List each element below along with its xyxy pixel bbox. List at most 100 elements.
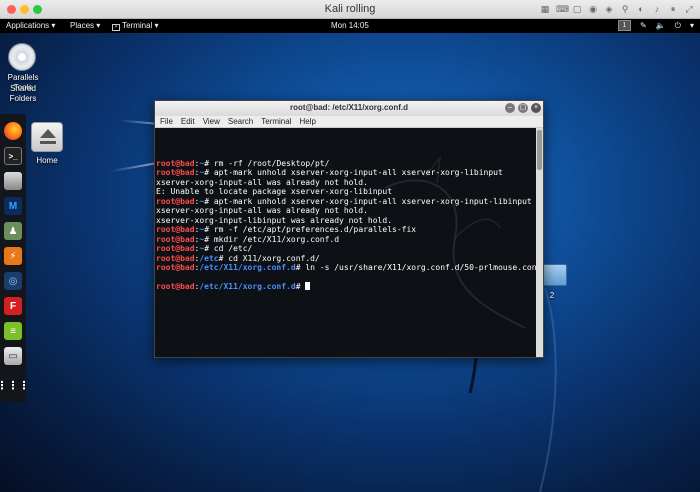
terminal-line: xserver-xorg-input-all was already not h… bbox=[156, 178, 536, 188]
leafpad-icon[interactable]: ≡ bbox=[4, 322, 22, 340]
terminal-titlebar[interactable]: root@bad: /etc/X11/xorg.conf.d – ▢ × bbox=[155, 101, 543, 116]
prompt-symbol: # bbox=[295, 282, 306, 291]
prompt-symbol: # bbox=[218, 253, 229, 263]
prompt-symbol: # bbox=[204, 168, 214, 177]
terminal-small-icon: > bbox=[112, 24, 120, 31]
devices-icon[interactable]: ▦ bbox=[540, 4, 550, 15]
terminal-app-menu[interactable]: > Terminal ▾ bbox=[112, 21, 159, 31]
terminal-window[interactable]: root@bad: /etc/X11/xorg.conf.d – ▢ × Fil… bbox=[154, 100, 544, 358]
prompt-user: root@bad bbox=[156, 168, 195, 177]
command-text: ln -s /usr/share/X11/xorg.conf.d/50-prlm… bbox=[305, 263, 537, 272]
command-text: apt-mark unhold xserver-xorg-input-all x… bbox=[213, 168, 503, 177]
shared-folders-label: Shared Folders bbox=[9, 84, 37, 103]
terminal-title: root@bad: /etc/X11/xorg.conf.d bbox=[289, 103, 409, 112]
terminal-menubar: File Edit View Search Terminal Help bbox=[155, 116, 543, 128]
text-cursor bbox=[305, 282, 311, 290]
prompt-path: /etc bbox=[199, 253, 219, 263]
home-folder-icon[interactable] bbox=[31, 122, 63, 152]
prompt-path: /etc/X11/xorg.conf.d bbox=[199, 282, 296, 291]
output-text: xserver-xorg-input-libinput was already … bbox=[156, 215, 393, 225]
scrollbar-thumb[interactable] bbox=[537, 130, 542, 170]
menu-file[interactable]: File bbox=[160, 117, 173, 126]
terminal-icon[interactable]: >_ bbox=[4, 147, 22, 165]
maximize-button[interactable]: ▢ bbox=[518, 103, 528, 113]
terminal-line: xserver-xorg-input-all was already not h… bbox=[156, 206, 536, 216]
terminal-line: root@bad:~# rm -rf /root/Desktop/pt/ bbox=[156, 159, 536, 169]
sound-icon[interactable]: ♪ bbox=[652, 4, 662, 15]
resize-icon[interactable]: ⤢ bbox=[684, 4, 694, 15]
usb-icon[interactable]: ⚲ bbox=[620, 4, 630, 15]
prompt-user: root@bad bbox=[156, 282, 195, 291]
top-panel: Applications ▾ Places ▾ > Terminal ▾ Mon… bbox=[0, 19, 700, 33]
terminal-line: root@bad:/etc# cd X11/xorg.conf.d/ bbox=[156, 254, 536, 264]
terminal-line: root@bad:~# cd /etc/ bbox=[156, 244, 536, 254]
keyboard-icon[interactable]: ⌨ bbox=[556, 4, 569, 15]
output-text: xserver-xorg-input-all was already not h… bbox=[156, 206, 368, 215]
armitage-icon[interactable]: ♟ bbox=[4, 222, 22, 240]
menu-edit[interactable]: Edit bbox=[181, 117, 195, 126]
burpsuite-icon[interactable]: ⚡ bbox=[4, 247, 22, 265]
network-icon[interactable]: ◈ bbox=[604, 4, 614, 15]
prompt-user: root@bad bbox=[156, 196, 195, 206]
prompt-user: root@bad bbox=[156, 158, 195, 168]
maltego-icon[interactable]: ◎ bbox=[4, 272, 22, 290]
prompt-symbol: # bbox=[204, 244, 214, 253]
folder-icon[interactable] bbox=[542, 264, 567, 286]
output-text: E: Unable to locate package xserver-xorg… bbox=[156, 187, 393, 196]
chevron-down-icon[interactable]: ▾ bbox=[690, 21, 694, 30]
output-text: xserver-xorg-input-all was already not h… bbox=[156, 177, 368, 187]
terminal-scrollbar[interactable] bbox=[536, 128, 543, 357]
workspace-indicator[interactable]: 1 bbox=[617, 20, 631, 31]
prompt-symbol: # bbox=[204, 225, 214, 234]
prompt-user: root@bad bbox=[156, 253, 195, 263]
clock[interactable]: Mon 14:05 bbox=[331, 21, 369, 30]
camera-icon[interactable]: ◐ bbox=[636, 4, 646, 15]
sound-panel-icon[interactable]: 🔈 bbox=[656, 21, 666, 30]
close-button[interactable]: × bbox=[531, 103, 541, 113]
pause-icon[interactable]: ⏸ bbox=[668, 4, 678, 15]
home-label: Home bbox=[36, 156, 58, 165]
minimize-button[interactable]: – bbox=[505, 103, 515, 113]
folder-label: 2 bbox=[549, 291, 555, 300]
command-text: mkdir /etc/X11/xorg.conf.d bbox=[213, 234, 340, 244]
metasploit-icon[interactable]: M bbox=[4, 197, 22, 215]
menu-terminal[interactable]: Terminal bbox=[261, 117, 291, 126]
places-menu[interactable]: Places ▾ bbox=[70, 21, 100, 30]
terminal-line: root@bad:/etc/X11/xorg.conf.d# bbox=[156, 282, 536, 292]
lock-icon[interactable]: ▢ bbox=[572, 4, 582, 15]
prompt-symbol: # bbox=[204, 158, 214, 168]
prompt-path: /etc/X11/xorg.conf.d bbox=[199, 263, 296, 272]
command-text: cd X11/xorg.conf.d/ bbox=[228, 253, 320, 263]
prompt-symbol: # bbox=[295, 263, 306, 272]
command-text: apt-mark unhold xserver-xorg-input-all x… bbox=[213, 196, 532, 206]
app-grid-icon[interactable]: ⋮⋮⋮ bbox=[0, 376, 30, 394]
terminal-line: root@bad:~# mkdir /etc/X11/xorg.conf.d bbox=[156, 235, 536, 245]
faraday-icon[interactable]: F bbox=[4, 297, 22, 315]
files-icon[interactable] bbox=[4, 172, 22, 190]
firefox-icon[interactable] bbox=[4, 122, 22, 140]
terminal-line: xserver-xorg-input-libinput was already … bbox=[156, 216, 536, 226]
terminal-line: root@bad:/etc/X11/xorg.conf.d# ln -s /us… bbox=[156, 263, 537, 273]
screenshot-icon[interactable]: ▭ bbox=[4, 347, 22, 365]
menu-view[interactable]: View bbox=[203, 117, 220, 126]
terminal-line: E: Unable to locate package xserver-xorg… bbox=[156, 187, 536, 197]
prompt-user: root@bad bbox=[156, 244, 195, 253]
prompt-user: root@bad bbox=[156, 234, 195, 244]
command-text: rm -f /etc/apt/preferences.d/parallels-f… bbox=[213, 225, 417, 234]
terminal-line: root@bad:~# rm -f /etc/apt/preferences.d… bbox=[156, 225, 536, 235]
menu-search[interactable]: Search bbox=[228, 117, 253, 126]
host-toolbar-icons: ▦ ⌨ ▢ ◉ ◈ ⚲ ◐ ♪ ⏸ ⤢ bbox=[540, 4, 694, 15]
command-text: cd /etc/ bbox=[213, 244, 253, 253]
parallels-tools-icon[interactable] bbox=[8, 43, 36, 71]
dock: >_ M ♟ ⚡ ◎ F ≡ ▭ ⋮⋮⋮ bbox=[0, 114, 30, 402]
applications-menu[interactable]: Applications ▾ bbox=[6, 21, 55, 30]
terminal-output[interactable]: root@bad:~# rm -rf /root/Desktop/pt/root… bbox=[155, 128, 537, 357]
prompt-user: root@bad bbox=[156, 225, 195, 234]
menu-help[interactable]: Help bbox=[299, 117, 315, 126]
tools-icon[interactable]: ✎ bbox=[640, 21, 647, 30]
power-icon[interactable]: ⏻ bbox=[675, 21, 681, 31]
record-icon[interactable]: ◉ bbox=[588, 4, 598, 15]
terminal-line: root@bad:~# apt-mark unhold xserver-xorg… bbox=[156, 168, 536, 178]
terminal-line: root@bad:~# apt-mark unhold xserver-xorg… bbox=[156, 197, 536, 207]
